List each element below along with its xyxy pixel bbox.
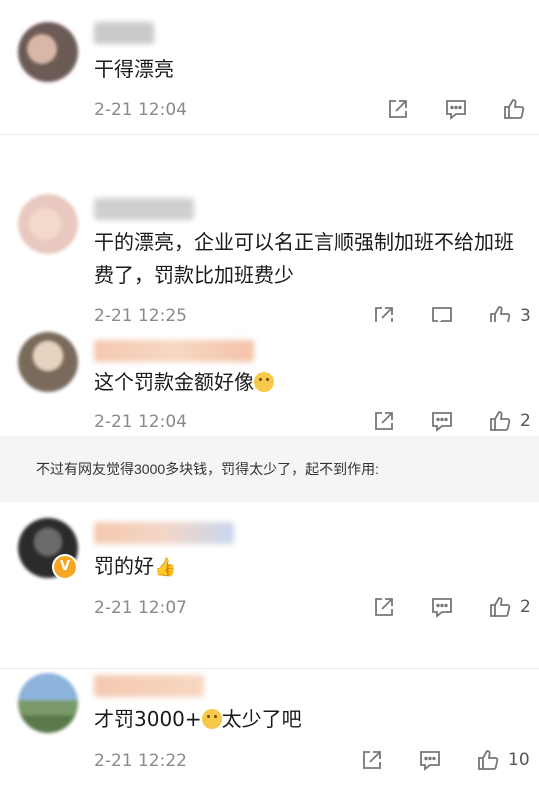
like-button[interactable] bbox=[476, 748, 500, 772]
user-name[interactable] bbox=[94, 675, 204, 697]
like-count: 3 bbox=[520, 306, 531, 322]
like-count: 2 bbox=[520, 597, 531, 617]
user-name[interactable] bbox=[94, 522, 234, 544]
share-icon bbox=[375, 598, 393, 616]
user-name[interactable] bbox=[94, 22, 154, 44]
thumbs-up-icon bbox=[490, 597, 511, 617]
user-name[interactable] bbox=[94, 198, 194, 220]
comment-text-body: 这个罚款金额好像 bbox=[94, 370, 254, 394]
verified-badge: V bbox=[52, 554, 78, 580]
share-button[interactable] bbox=[386, 97, 410, 121]
comment-time: 2-21 12:22 bbox=[94, 751, 187, 771]
comment-text-body: 才罚3000+ bbox=[94, 707, 202, 731]
comment-text: 才罚3000+ 太少了吧 bbox=[94, 703, 523, 736]
thumbs-up-icon bbox=[504, 99, 525, 119]
comment-icon bbox=[432, 412, 452, 432]
laughing-face-icon bbox=[201, 709, 222, 729]
comment-time: 2-21 12:04 bbox=[94, 100, 187, 120]
comment-button[interactable] bbox=[430, 409, 454, 433]
comment-text: 干的漂亮，企业可以名正言顺强制加班不给加班费了，罚款比加班费少 bbox=[94, 230, 514, 287]
comment-text: 罚的好👍 bbox=[94, 550, 523, 584]
user-name[interactable] bbox=[94, 340, 254, 362]
divider bbox=[0, 134, 539, 135]
comment-item: 干得漂亮 2-21 12:04 bbox=[0, 0, 539, 134]
share-button[interactable] bbox=[372, 409, 396, 433]
article-text: 不过有网友觉得3000多块钱，罚得太少了，起不到作用: bbox=[0, 436, 539, 502]
comment-button[interactable] bbox=[444, 97, 468, 121]
like-button[interactable] bbox=[488, 409, 512, 433]
share-button[interactable] bbox=[372, 304, 396, 322]
avatar[interactable] bbox=[18, 22, 78, 82]
thumbs-up-emoji-icon: 👍 bbox=[154, 557, 177, 578]
comment-text: 这个罚款金额好像 bbox=[94, 366, 523, 399]
comment-icon bbox=[420, 751, 440, 771]
avatar[interactable] bbox=[18, 194, 78, 254]
comment-time: 2-21 12:07 bbox=[94, 598, 187, 618]
comment-time: 2-21 12:04 bbox=[94, 412, 187, 432]
comment-text-tail: 太少了吧 bbox=[221, 707, 302, 731]
share-button[interactable] bbox=[372, 595, 396, 619]
like-button[interactable] bbox=[488, 595, 512, 619]
comment-button[interactable] bbox=[430, 304, 454, 322]
comment-icon bbox=[446, 100, 466, 120]
share-icon bbox=[363, 751, 381, 769]
thumbs-up-icon bbox=[478, 750, 499, 770]
comment-item: 这个罚款金额好像 2-21 12:04 2 bbox=[0, 322, 539, 436]
comment-text: 干得漂亮 bbox=[94, 57, 174, 81]
thumbs-up-icon bbox=[490, 306, 511, 322]
comment-time: 2-21 12:25 bbox=[94, 306, 187, 322]
comment-icon bbox=[432, 598, 452, 618]
share-icon bbox=[389, 100, 407, 118]
comment-text-body: 罚的好 bbox=[94, 554, 154, 578]
comment-item: 才罚3000+ 太少了吧 2-21 12:22 10 bbox=[0, 669, 539, 787]
comment-button[interactable] bbox=[418, 748, 442, 772]
avatar[interactable] bbox=[18, 673, 78, 733]
sad-face-icon bbox=[254, 372, 274, 392]
share-button[interactable] bbox=[360, 748, 384, 772]
share-icon bbox=[375, 307, 393, 322]
thumbs-up-icon bbox=[490, 411, 511, 431]
like-count: 10 bbox=[508, 750, 530, 770]
avatar[interactable] bbox=[18, 332, 78, 392]
comment-button[interactable] bbox=[430, 595, 454, 619]
like-button[interactable] bbox=[502, 97, 526, 121]
like-count: 2 bbox=[520, 411, 531, 431]
comment-item: V 罚的好👍 2-21 12:07 2 bbox=[0, 502, 539, 632]
share-icon bbox=[375, 412, 393, 430]
comment-icon bbox=[432, 307, 452, 322]
like-button[interactable] bbox=[488, 304, 512, 322]
comment-item: 干的漂亮，企业可以名正言顺强制加班不给加班费了，罚款比加班费少 2-21 12:… bbox=[0, 176, 539, 322]
